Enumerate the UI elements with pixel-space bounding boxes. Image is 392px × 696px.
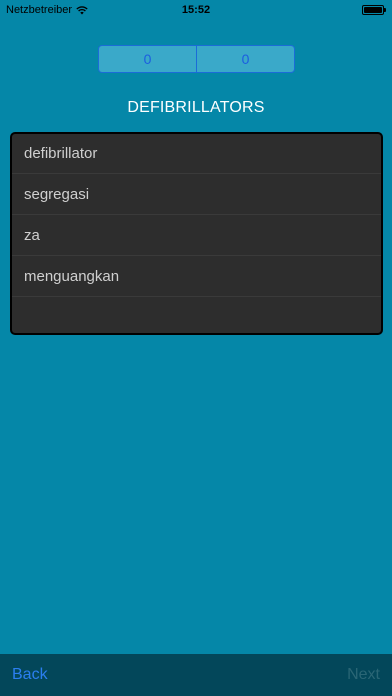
clock: 15:52 [181,4,211,16]
status-bar: Netzbetreiber 15:52 [0,0,392,20]
answer-options-list: defibrillator segregasi za menguangkan [10,132,383,335]
bottom-toolbar: Back Next [0,654,392,696]
question-word: DEFIBRILLATORS [127,99,265,116]
battery-icon [362,5,386,15]
answer-option[interactable]: za [12,215,381,256]
back-button[interactable]: Back [12,666,48,684]
answer-option[interactable]: defibrillator [12,134,381,174]
wrong-score: 0 [196,46,294,72]
score-display: 0 0 [98,45,295,73]
answer-option[interactable]: segregasi [12,174,381,215]
quiz-screen: Netzbetreiber 15:52 0 0 DEFIBRILLATORS d… [0,0,392,696]
next-button[interactable]: Next [347,666,380,684]
answer-option[interactable]: menguangkan [12,256,381,297]
correct-score: 0 [143,51,152,67]
